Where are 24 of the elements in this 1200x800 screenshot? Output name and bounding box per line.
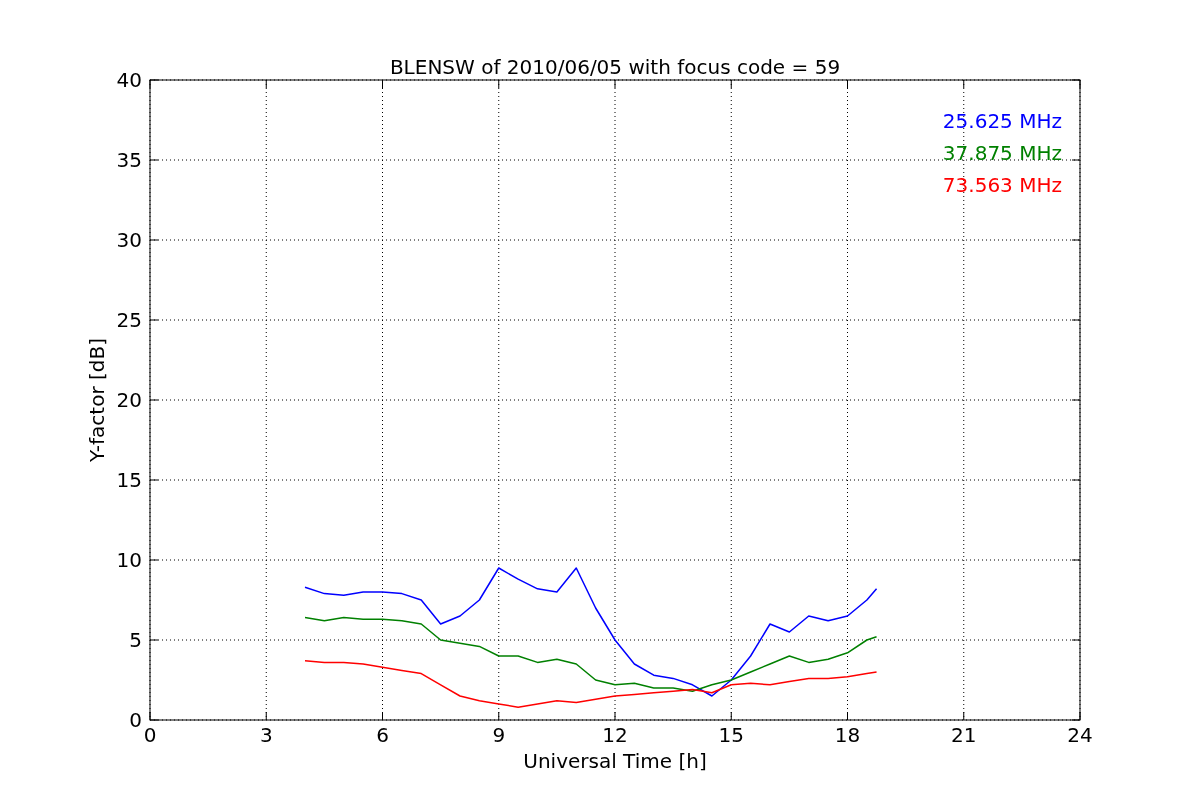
legend-label: 37.875 MHz: [942, 141, 1062, 165]
tick-label: 3: [259, 723, 273, 747]
tick-label: 18: [834, 723, 861, 747]
tick-label: 12: [602, 723, 628, 747]
tick-label: 10: [116, 548, 142, 572]
tick-label: 24: [1067, 723, 1093, 747]
chart-title: BLENSW of 2010/06/05 with focus code = 59: [389, 55, 841, 79]
tick-label: 6: [376, 723, 389, 747]
tick-label: 20: [116, 388, 142, 412]
tick-label: 0: [143, 723, 157, 747]
tick-label: 35: [116, 148, 142, 172]
tick-label: 5: [129, 628, 142, 652]
tick-label: 25: [116, 308, 142, 332]
tick-label: 15: [116, 468, 142, 492]
tick-label: 30: [116, 228, 142, 252]
axis-label: Universal Time [h]: [523, 749, 707, 773]
tick-label: 15: [718, 723, 744, 747]
tick-label: 0: [129, 708, 142, 732]
tick-label: 21: [951, 723, 977, 747]
legend-label: 25.625 MHz: [942, 109, 1062, 133]
tick-label: 9: [492, 723, 506, 747]
legend-label: 73.563 MHz: [942, 173, 1062, 197]
tick-label: 40: [116, 68, 142, 92]
axis-label: Y-factor [dB]: [85, 338, 109, 462]
